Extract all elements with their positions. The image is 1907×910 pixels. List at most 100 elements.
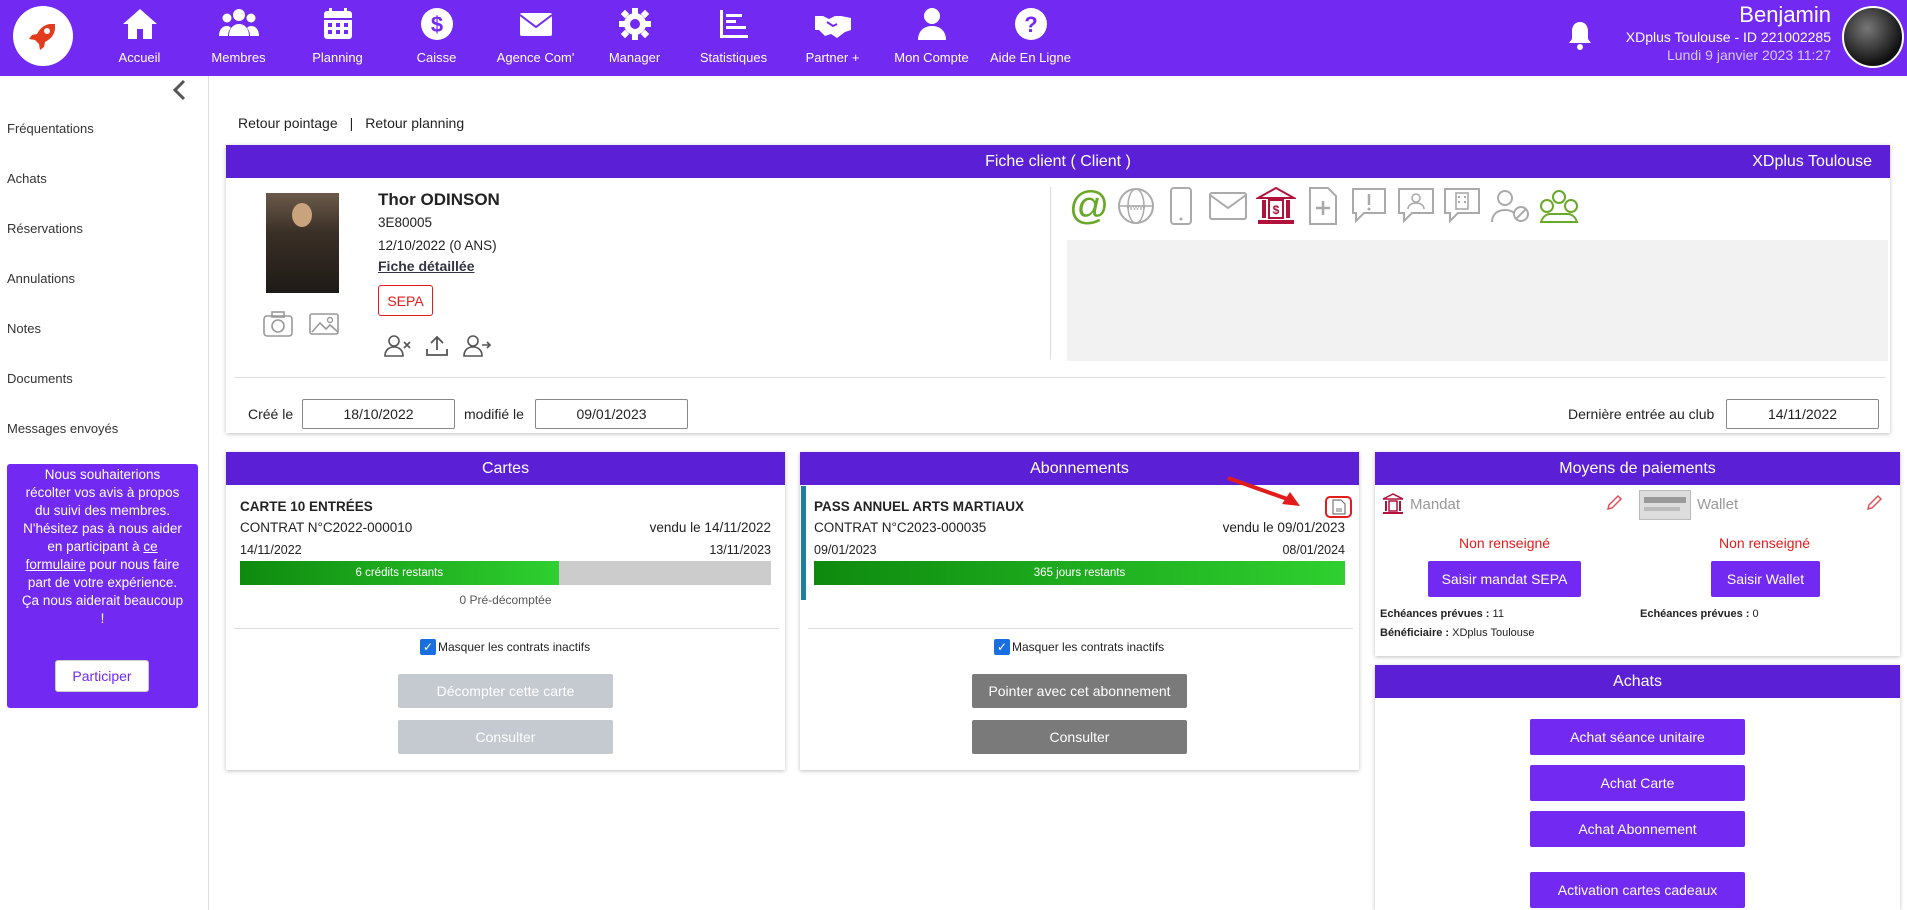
chart-icon <box>719 10 748 38</box>
contract-document-button[interactable] <box>1325 496 1352 518</box>
feedback-text: Nous souhaiterions récolter vos avis à p… <box>21 467 184 626</box>
nav-accueil[interactable]: Accueil <box>90 0 189 76</box>
pointer-abonnement-button[interactable]: Pointer avec cet abonnement <box>972 674 1187 708</box>
club-id: XDplus Toulouse - ID 221002285 <box>1625 29 1831 45</box>
nav-label: Manager <box>608 50 661 65</box>
cree-date-field[interactable]: 18/10/2022 <box>302 399 455 429</box>
consulter-carte-button[interactable]: Consulter <box>398 720 613 754</box>
client-photo <box>266 193 339 293</box>
carte-start: 14/11/2022 <box>240 543 302 557</box>
bank-icon[interactable]: $ <box>1256 186 1296 226</box>
retour-pointage-link[interactable]: Retour pointage <box>238 115 338 131</box>
nav-label: Membres <box>211 50 266 65</box>
checkbox-checked-icon: ✓ <box>994 639 1010 655</box>
chevron-left-icon[interactable] <box>170 78 190 102</box>
nav-label: Caisse <box>416 50 457 65</box>
user-chat-icon[interactable] <box>1396 186 1436 226</box>
paiements-header: Moyens de paiements <box>1375 452 1900 485</box>
sidebar-item-annulations[interactable]: Annulations <box>7 271 75 286</box>
abonnement-contrat: CONTRAT N°C2023-000035 <box>814 520 987 535</box>
nav-label: Mon Compte <box>894 50 969 65</box>
nav-label: Agence Com' <box>496 50 575 65</box>
sidebar-item-messages[interactable]: Messages envoyés <box>7 421 118 436</box>
cartes-masquer-checkbox[interactable]: ✓ Masquer les contrats inactifs <box>420 639 590 655</box>
sidebar-item-notes[interactable]: Notes <box>7 321 41 336</box>
modifie-label: modifié le <box>464 406 524 422</box>
user-info: Benjamin XDplus Toulouse - ID 221002285 … <box>1626 2 1831 64</box>
rocket-logo-icon[interactable] <box>13 6 73 66</box>
abonnement-separator <box>808 628 1353 629</box>
alert-message-icon[interactable] <box>1350 186 1388 226</box>
abonnement-vendu: vendu le 09/01/2023 <box>1222 520 1345 535</box>
nav-statistiques[interactable]: Statistiques <box>684 0 783 76</box>
building-chat-icon[interactable] <box>1442 186 1482 226</box>
modifie-date-field[interactable]: 09/01/2023 <box>535 399 688 429</box>
sidebar-item-documents[interactable]: Documents <box>7 371 73 386</box>
saisir-wallet-button[interactable]: Saisir Wallet <box>1711 561 1820 597</box>
image-icon[interactable] <box>308 312 340 336</box>
avatar[interactable] <box>1842 6 1904 68</box>
decompter-carte-button[interactable]: Décompter cette carte <box>398 674 613 708</box>
carte-contrat: CONTRAT N°C2022-000010 <box>240 520 413 535</box>
sepa-badge: SEPA <box>378 285 433 316</box>
achat-abonnement-button[interactable]: Achat Abonnement <box>1530 811 1745 847</box>
bell-icon[interactable] <box>1566 20 1594 52</box>
nav-membres[interactable]: Membres <box>189 0 288 76</box>
carte-end: 13/11/2023 <box>709 543 771 557</box>
consulter-abonnement-button[interactable]: Consulter <box>972 720 1187 754</box>
svg-text:www: www <box>1125 202 1146 212</box>
edit-wallet-icon[interactable] <box>1865 494 1883 512</box>
sidebar-item-achats[interactable]: Achats <box>7 171 47 186</box>
edit-mandat-icon[interactable] <box>1605 494 1623 512</box>
abonnements-masquer-checkbox[interactable]: ✓ Masquer les contrats inactifs <box>994 639 1164 655</box>
sidebar-item-frequentations[interactable]: Fréquentations <box>7 121 94 136</box>
achat-seance-button[interactable]: Achat séance unitaire <box>1530 719 1745 755</box>
retour-planning-link[interactable]: Retour planning <box>365 115 464 131</box>
camera-icon[interactable] <box>262 310 294 338</box>
envelope-icon[interactable] <box>1208 190 1248 222</box>
upload-icon[interactable] <box>424 334 450 358</box>
sidebar-item-reservations[interactable]: Réservations <box>7 221 83 236</box>
svg-text:$: $ <box>1273 203 1280 217</box>
add-document-icon[interactable] <box>1306 186 1340 226</box>
nav-caisse[interactable]: $ Caisse <box>387 0 486 76</box>
mandat-non-renseigne: Non renseigné <box>1459 535 1551 551</box>
user-blocked-icon[interactable] <box>1490 188 1532 224</box>
user-transfer-icon[interactable] <box>462 334 492 358</box>
carte-name: CARTE 10 ENTRÉES <box>240 499 373 514</box>
client-name: Thor ODINSON <box>378 190 500 209</box>
derniere-entree-field[interactable]: 14/11/2022 <box>1726 399 1879 429</box>
selected-indicator <box>801 486 806 600</box>
fiche-detaillee-link[interactable]: Fiche détaillée <box>378 258 474 274</box>
nav-label: Aide En Ligne <box>990 50 1071 65</box>
abonnement-name: PASS ANNUEL ARTS MARTIAUX <box>814 499 1025 514</box>
carte-vendu: vendu le 14/11/2022 <box>649 520 771 535</box>
achat-carte-button[interactable]: Achat Carte <box>1530 765 1745 801</box>
email-at-icon[interactable]: @ <box>1068 185 1110 227</box>
nav-planning[interactable]: Planning <box>288 0 387 76</box>
client-birth: 12/10/2022 (0 ANS) <box>378 238 497 253</box>
group-icon[interactable] <box>1538 188 1580 224</box>
participer-button[interactable]: Participer <box>55 660 149 692</box>
achats-header: Achats <box>1375 665 1900 698</box>
abonnement-end: 08/01/2024 <box>1282 543 1345 557</box>
calendar-icon <box>323 8 352 39</box>
nav-agence-com[interactable]: Agence Com' <box>486 0 585 76</box>
nav-aide[interactable]: ? Aide En Ligne <box>981 0 1080 76</box>
wallet-card-icon <box>1639 490 1691 520</box>
activation-cartes-cadeaux-button[interactable]: Activation cartes cadeaux <box>1530 872 1745 908</box>
saisir-mandat-button[interactable]: Saisir mandat SEPA <box>1428 561 1581 597</box>
carte-progress-fill: 6 crédits restants <box>240 561 559 585</box>
cartes-header: Cartes <box>226 452 785 485</box>
nav-manager[interactable]: Manager <box>585 0 684 76</box>
nav-partner[interactable]: Partner + <box>783 0 882 76</box>
user-name: Benjamin <box>1739 2 1831 27</box>
paiements-panel: Moyens de paiements <box>1375 452 1900 656</box>
mobile-icon[interactable] <box>1168 186 1194 226</box>
client-code: 3E80005 <box>378 215 433 230</box>
nav-mon-compte[interactable]: Mon Compte <box>882 0 981 76</box>
website-icon[interactable]: www <box>1116 186 1156 226</box>
user-remove-icon[interactable] <box>383 334 413 358</box>
feedback-box: Nous souhaiterions récolter vos avis à p… <box>7 464 198 708</box>
wallet-label: Wallet <box>1697 496 1739 513</box>
